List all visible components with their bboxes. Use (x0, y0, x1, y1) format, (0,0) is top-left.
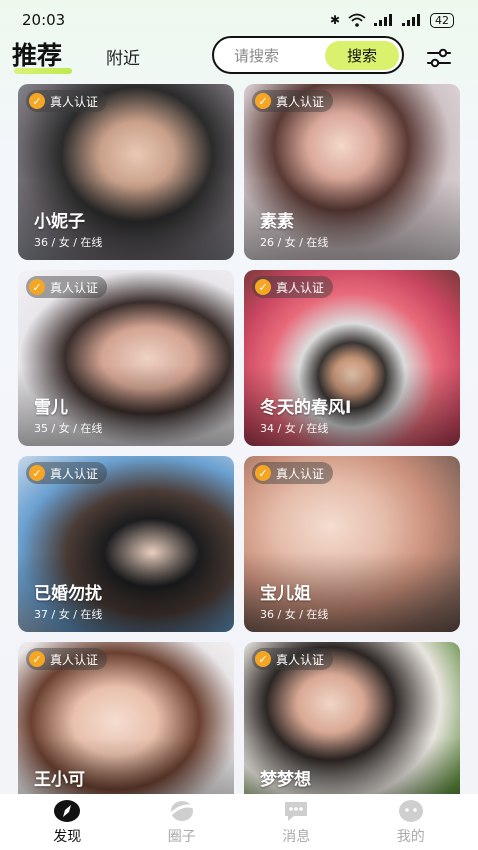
planet-icon (168, 800, 195, 821)
chat-icon (285, 801, 308, 821)
profile-card[interactable]: ✓ 真人认证 素素 26 / 女 / 在线 (244, 84, 460, 260)
search-button[interactable]: 搜索 (325, 40, 399, 70)
verified-badge: ✓ 真人认证 (26, 462, 108, 484)
profile-name: 小妮子 (34, 212, 85, 232)
profile-card[interactable]: ✓ 真人认证 小妮子 36 / 女 / 在线 (18, 84, 234, 260)
verified-badge: ✓ 真人认证 (252, 648, 334, 670)
verified-badge: ✓ 真人认证 (26, 276, 108, 298)
profile-name: 素素 (260, 212, 294, 232)
verified-badge: ✓ 真人认证 (26, 90, 108, 112)
profile-name: 王小可 (34, 770, 85, 790)
profile-name: 冬天的春风I (260, 398, 352, 418)
profile-name: 宝儿姐 (260, 584, 311, 604)
profile-card[interactable]: ✓ 真人认证 梦梦想 (244, 642, 460, 794)
verified-badge: ✓ 真人认证 (26, 648, 108, 670)
check-icon: ✓ (29, 651, 45, 667)
check-icon: ✓ (255, 279, 271, 295)
verified-badge: ✓ 真人认证 (252, 276, 334, 298)
check-icon: ✓ (255, 93, 271, 109)
nav-messages[interactable]: 消息 (256, 799, 336, 846)
status-time: 20:03 (22, 11, 66, 29)
nav-circle-label: 圈子 (167, 828, 196, 845)
profile-meta: 36 / 女 / 在线 (260, 608, 329, 621)
profile-meta: 37 / 女 / 在线 (34, 608, 103, 621)
check-icon: ✓ (255, 465, 271, 481)
filter-icon[interactable] (426, 46, 452, 70)
profile-meta: 34 / 女 / 在线 (260, 422, 329, 435)
profile-card[interactable]: ✓ 真人认证 王小可 (18, 642, 234, 794)
nav-circle[interactable]: 圈子 (142, 799, 222, 846)
bluetooth-icon: ✱ (329, 13, 340, 27)
search-placeholder: 请搜索 (234, 46, 280, 65)
profile-card[interactable]: ✓ 真人认证 雪儿 35 / 女 / 在线 (18, 270, 234, 446)
nav-mine-label: 我的 (396, 828, 425, 845)
nav-discover[interactable]: 发现 (27, 799, 107, 846)
search-input[interactable]: 请搜索 搜索 (212, 36, 404, 74)
profile-card[interactable]: ✓ 真人认证 冬天的春风I 34 / 女 / 在线 (244, 270, 460, 446)
compass-icon (54, 799, 81, 822)
face-icon (398, 799, 423, 822)
verified-badge: ✓ 真人认证 (252, 462, 334, 484)
profile-name: 已婚勿扰 (34, 584, 102, 604)
profile-grid: ✓ 真人认证 小妮子 36 / 女 / 在线 ✓ 真人认证 素素 26 / 女 … (18, 84, 460, 794)
bottom-nav: 发现 圈子 消息 我的 (0, 794, 478, 850)
battery-icon: 42 (430, 12, 454, 28)
check-icon: ✓ (29, 465, 45, 481)
check-icon: ✓ (29, 279, 45, 295)
header: 推荐 附近 请搜索 搜索 (0, 34, 478, 80)
profile-name: 雪儿 (34, 398, 68, 418)
profile-meta: 26 / 女 / 在线 (260, 236, 329, 249)
verified-badge: ✓ 真人认证 (252, 90, 334, 112)
nav-mine[interactable]: 我的 (371, 799, 451, 846)
status-icons: ✱ 42 (329, 12, 454, 28)
profile-card[interactable]: ✓ 真人认证 已婚勿扰 37 / 女 / 在线 (18, 456, 234, 632)
nav-messages-label: 消息 (282, 828, 311, 845)
signal-icon (374, 14, 392, 26)
profile-meta: 35 / 女 / 在线 (34, 422, 103, 435)
nav-discover-label: 发现 (53, 828, 82, 845)
tab-recommend[interactable]: 推荐 (12, 36, 62, 72)
check-icon: ✓ (29, 93, 45, 109)
profile-card[interactable]: ✓ 真人认证 宝儿姐 36 / 女 / 在线 (244, 456, 460, 632)
wifi-icon (348, 13, 366, 27)
check-icon: ✓ (255, 651, 271, 667)
signal-icon-2 (402, 14, 420, 26)
tab-nearby[interactable]: 附近 (106, 44, 140, 69)
profile-name: 梦梦想 (260, 770, 311, 790)
profile-meta: 36 / 女 / 在线 (34, 236, 103, 249)
